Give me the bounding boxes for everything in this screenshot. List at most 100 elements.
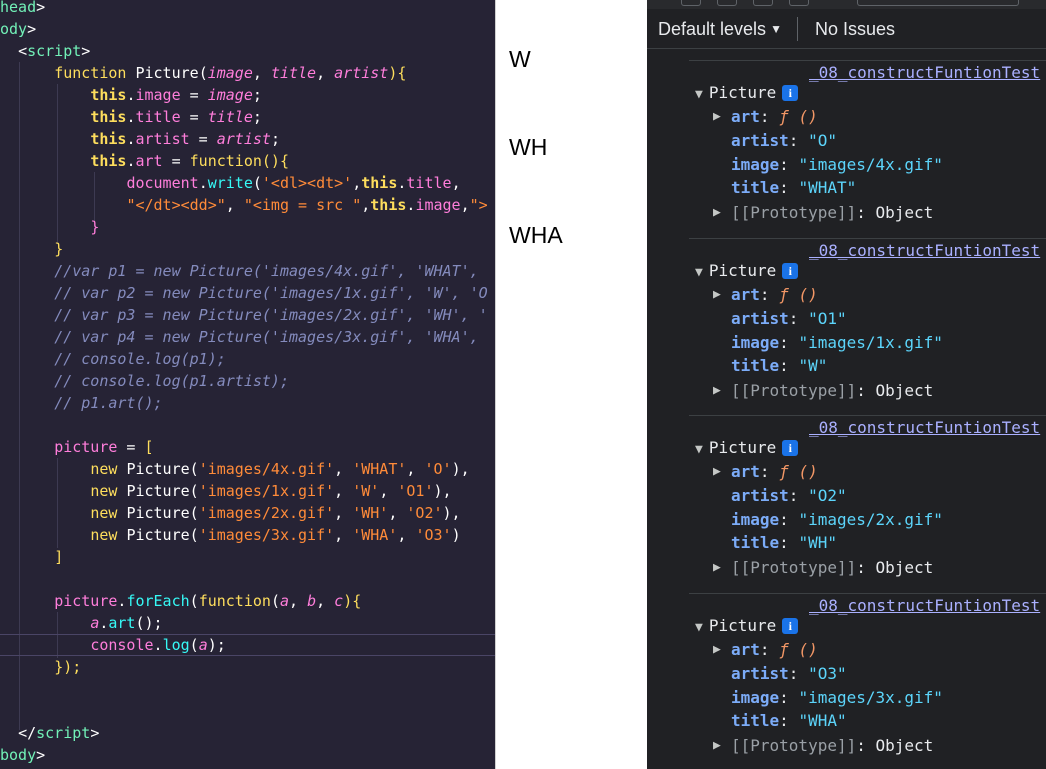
- collapsed-triangle-icon[interactable]: ▶: [713, 560, 721, 575]
- code-token: (: [252, 174, 262, 192]
- code-line: this.art = function(){: [0, 150, 289, 172]
- toolbar-button-edge[interactable]: [857, 0, 1019, 6]
- code-token: 'WH': [352, 504, 389, 522]
- code-token: ody: [0, 20, 28, 38]
- property-string-value: "WHA": [798, 711, 847, 730]
- property-prototype[interactable]: [[Prototype]]: Object: [731, 557, 933, 579]
- code-token: 'W': [352, 482, 380, 500]
- object-header[interactable]: ▼ Picture i: [695, 437, 799, 459]
- property-colon: :: [759, 640, 780, 659]
- property-artist: artist: "O3": [731, 663, 847, 685]
- code-token: ]: [54, 548, 64, 566]
- property-art[interactable]: art: ƒ (): [731, 639, 818, 661]
- code-line: function Picture(image, title, artist){: [0, 62, 406, 84]
- code-line: // console.log(p1);: [0, 348, 226, 370]
- log-levels-dropdown[interactable]: Default levels ▼: [658, 19, 782, 40]
- code-token: function: [54, 64, 136, 82]
- property-art[interactable]: art: ƒ (): [731, 461, 818, 483]
- log-levels-label: Default levels: [658, 19, 767, 39]
- expand-triangle-icon[interactable]: ▼: [695, 265, 703, 280]
- code-token: this: [90, 130, 127, 148]
- property-key: image: [731, 688, 780, 707]
- info-icon[interactable]: i: [782, 263, 799, 279]
- property-string-value: "images/1x.gif": [798, 333, 943, 352]
- code-line: new Picture('images/4x.gif', 'WHAT', 'O'…: [0, 458, 469, 480]
- property-colon: :: [788, 131, 809, 150]
- code-token: a: [198, 636, 208, 654]
- object-header[interactable]: ▼ Picture i: [695, 260, 799, 282]
- property-art[interactable]: art: ƒ (): [731, 106, 818, 128]
- code-token: >: [27, 20, 37, 38]
- expand-triangle-icon[interactable]: ▼: [695, 620, 703, 635]
- property-string-value: "O1": [808, 309, 847, 328]
- collapsed-triangle-icon[interactable]: ▶: [713, 464, 721, 479]
- toolbar-button-edge[interactable]: [789, 0, 809, 6]
- collapsed-triangle-icon[interactable]: ▶: [713, 642, 721, 657]
- code-token: >: [90, 724, 100, 742]
- code-token: (: [189, 592, 199, 610]
- expand-triangle-icon[interactable]: ▼: [695, 442, 703, 457]
- source-link[interactable]: _08_constructFuntionTest: [809, 596, 1040, 615]
- info-icon[interactable]: i: [782, 440, 799, 456]
- collapsed-triangle-icon[interactable]: ▶: [713, 383, 721, 398]
- toolbar-divider: [797, 17, 798, 41]
- code-token: 'images/4x.gif': [198, 460, 335, 478]
- code-line: </script>: [0, 722, 99, 744]
- collapsed-triangle-icon[interactable]: ▶: [713, 109, 721, 124]
- property-string-value: "O3": [808, 664, 847, 683]
- code-token: write: [207, 174, 253, 192]
- collapsed-triangle-icon[interactable]: ▶: [713, 738, 721, 753]
- property-image: image: "images/1x.gif": [731, 332, 943, 354]
- code-token: '<dl><dt>': [261, 174, 353, 192]
- code-token: ,: [334, 526, 353, 544]
- info-icon[interactable]: i: [782, 85, 799, 101]
- property-string-value: "O": [808, 131, 837, 150]
- code-token: image: [207, 86, 253, 104]
- code-token: ;: [252, 86, 262, 104]
- property-art[interactable]: art: ƒ (): [731, 284, 818, 306]
- code-token: ),: [433, 482, 452, 500]
- collapsed-triangle-icon[interactable]: ▶: [713, 287, 721, 302]
- entry-divider: [689, 60, 1046, 61]
- expand-triangle-icon[interactable]: ▼: [695, 87, 703, 102]
- property-prototype[interactable]: [[Prototype]]: Object: [731, 202, 933, 224]
- property-object-value: Object: [875, 381, 934, 400]
- code-token: Picture: [126, 460, 190, 478]
- source-link[interactable]: _08_constructFuntionTest: [809, 418, 1040, 437]
- info-icon[interactable]: i: [782, 618, 799, 634]
- property-key: title: [731, 178, 780, 197]
- property-artist: artist: "O2": [731, 485, 847, 507]
- property-prototype[interactable]: [[Prototype]]: Object: [731, 735, 933, 757]
- code-token: image: [135, 86, 181, 104]
- issues-button[interactable]: No Issues: [815, 19, 895, 40]
- toolbar-button-edge[interactable]: [681, 0, 701, 6]
- object-constructor-name: Picture: [708, 438, 777, 457]
- object-header[interactable]: ▼ Picture i: [695, 82, 799, 104]
- object-header[interactable]: ▼ Picture i: [695, 615, 799, 637]
- code-token: ,: [225, 196, 244, 214]
- collapsed-triangle-icon[interactable]: ▶: [713, 205, 721, 220]
- code-token: (: [189, 504, 199, 522]
- property-prototype[interactable]: [[Prototype]]: Object: [731, 380, 933, 402]
- property-key: [[Prototype]]: [731, 736, 857, 755]
- code-editor[interactable]: head> ody> <script> function Picture(imag…: [0, 0, 495, 769]
- toolbar-button-edge[interactable]: [753, 0, 773, 6]
- object-constructor-name: Picture: [708, 616, 777, 635]
- code-token: ): [451, 526, 461, 544]
- source-link[interactable]: _08_constructFuntionTest: [809, 63, 1040, 82]
- code-token: 'O1': [397, 482, 434, 500]
- property-key: title: [731, 356, 780, 375]
- code-token: =: [162, 152, 190, 170]
- toolbar-button-edge[interactable]: [717, 0, 737, 6]
- code-token: </: [18, 724, 37, 742]
- code-line: // console.log(p1.artist);: [0, 370, 289, 392]
- source-link[interactable]: _08_constructFuntionTest: [809, 241, 1040, 260]
